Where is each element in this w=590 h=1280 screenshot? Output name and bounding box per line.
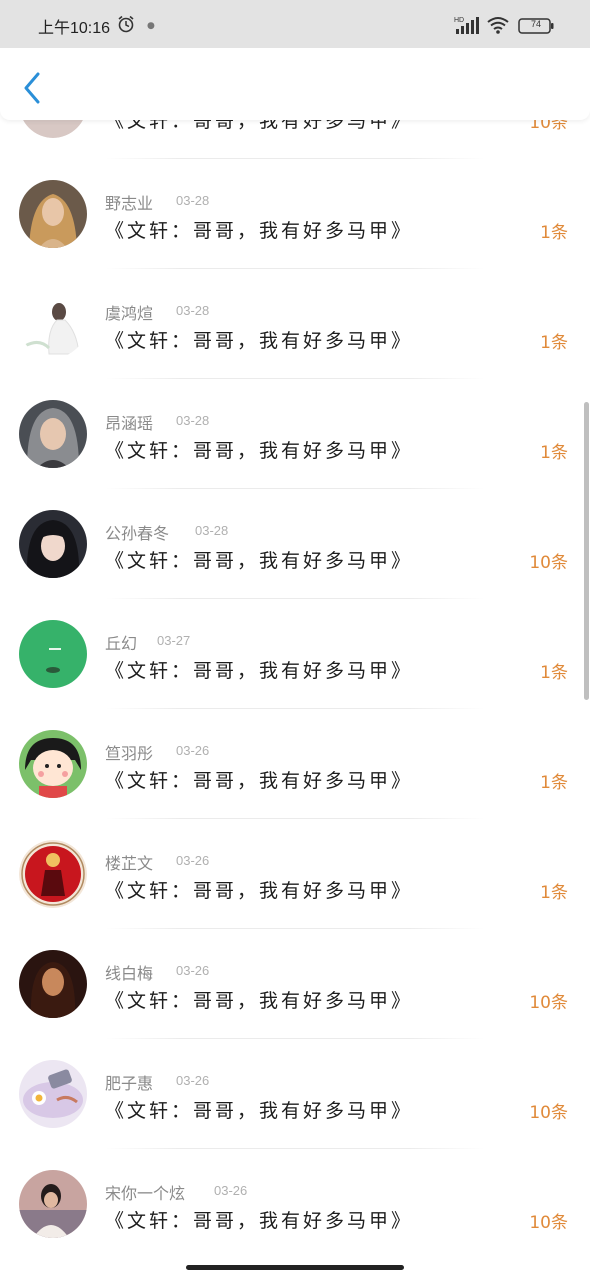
list-item[interactable]: 虞鸿煊 03-28 《文轩：哥哥，我有好多马甲》 1条	[0, 268, 590, 379]
row-date: 03-28	[176, 413, 210, 428]
row-date: 03-26	[214, 1183, 248, 1198]
row-date: 03-26	[176, 743, 210, 758]
row-title: 《文轩：哥哥，我有好多马甲》	[105, 220, 414, 242]
row-title: 《文轩：哥哥，我有好多马甲》	[105, 440, 414, 462]
scrollbar[interactable]	[584, 402, 589, 700]
list-item[interactable]: 线白梅 03-26 《文轩：哥哥，我有好多马甲》 10条	[0, 928, 590, 1039]
back-button[interactable]	[14, 68, 50, 104]
avatar[interactable]	[19, 1060, 87, 1128]
list-item[interactable]: 公孙春冬 03-28 《文轩：哥哥，我有好多马甲》 10条	[0, 488, 590, 599]
row-username[interactable]: 虞鸿煊	[105, 300, 153, 324]
row-date: 03-28	[195, 523, 229, 538]
status-time: 上午10:16	[38, 20, 111, 37]
row-count: 10条	[529, 1213, 568, 1233]
avatar[interactable]	[19, 290, 87, 358]
row-title: 《文轩：哥哥，我有好多马甲》	[105, 880, 414, 902]
row-username[interactable]: 线白梅	[105, 960, 153, 984]
row-title: 《文轩：哥哥，我有好多马甲》	[105, 330, 414, 352]
avatar[interactable]	[19, 620, 87, 688]
comment-list-page: 《文轩：哥哥，我有好多马甲》 10条 野志业 03-28 《文轩：哥哥，我有好多…	[0, 0, 590, 1280]
row-username[interactable]: 丘幻	[105, 630, 137, 654]
row-title: 《文轩：哥哥，我有好多马甲》	[105, 1100, 414, 1122]
avatar[interactable]	[19, 510, 87, 578]
row-username[interactable]: 公孙春冬	[105, 520, 169, 544]
avatar[interactable]	[19, 950, 87, 1018]
row-title: 《文轩：哥哥，我有好多马甲》	[105, 550, 414, 572]
alarm-clock-icon	[118, 15, 134, 33]
row-username[interactable]: 肥子惠	[105, 1070, 153, 1094]
avatar[interactable]	[19, 400, 87, 468]
avatar[interactable]	[19, 840, 87, 908]
row-title: 《文轩：哥哥，我有好多马甲》	[105, 770, 414, 792]
row-count: 1条	[540, 223, 568, 243]
chevron-left-icon	[24, 72, 40, 104]
wifi-icon	[487, 17, 509, 34]
avatar[interactable]	[19, 730, 87, 798]
svg-text:HD: HD	[454, 17, 464, 24]
list-item[interactable]: 丘幻 03-27 《文轩：哥哥，我有好多马甲》 1条	[0, 598, 590, 709]
row-username[interactable]: 野志业	[105, 190, 153, 214]
row-date: 03-26	[176, 963, 210, 978]
row-count: 1条	[540, 333, 568, 353]
row-date: 03-26	[176, 1073, 210, 1088]
row-username[interactable]: 宋你一个炫	[105, 1180, 185, 1204]
row-count: 10条	[529, 553, 568, 573]
list-item[interactable]: 野志业 03-28 《文轩：哥哥，我有好多马甲》 1条	[0, 158, 590, 269]
row-date: 03-28	[176, 193, 210, 208]
row-count: 1条	[540, 883, 568, 903]
row-count: 10条	[529, 993, 568, 1013]
row-username[interactable]: 昂涵瑶	[105, 410, 153, 434]
row-username[interactable]: 楼芷文	[105, 850, 153, 874]
row-count: 1条	[540, 663, 568, 683]
signal-strength-icon: HD	[454, 17, 479, 34]
list-item[interactable]: 笪羽彤 03-26 《文轩：哥哥，我有好多马甲》 1条	[0, 708, 590, 819]
list-item[interactable]: 肥子惠 03-26 《文轩：哥哥，我有好多马甲》 10条	[0, 1038, 590, 1149]
list-item[interactable]: 楼芷文 03-26 《文轩：哥哥，我有好多马甲》 1条	[0, 818, 590, 929]
battery-level: 74	[530, 19, 541, 29]
home-indicator[interactable]	[186, 1265, 404, 1270]
list-item[interactable]: 宋你一个炫 03-26 《文轩：哥哥，我有好多马甲》 10条	[0, 1148, 590, 1258]
row-title: 《文轩：哥哥，我有好多马甲》	[105, 990, 414, 1012]
notification-icon: ●	[147, 21, 155, 31]
avatar[interactable]	[19, 180, 87, 248]
row-username[interactable]: 笪羽彤	[105, 740, 153, 764]
row-count: 10条	[529, 1103, 568, 1123]
row-title: 《文轩：哥哥，我有好多马甲》	[105, 1210, 414, 1232]
list-item[interactable]: 昂涵瑶 03-28 《文轩：哥哥，我有好多马甲》 1条	[0, 378, 590, 489]
row-title: 《文轩：哥哥，我有好多马甲》	[105, 660, 414, 682]
row-date: 03-26	[176, 853, 210, 868]
top-navigation-bar	[0, 48, 590, 120]
avatar[interactable]	[19, 1170, 87, 1238]
row-date: 03-28	[176, 303, 210, 318]
row-count: 1条	[540, 773, 568, 793]
status-bar: 上午10:16 ● HD 74	[0, 0, 590, 48]
row-count: 1条	[540, 443, 568, 463]
row-date: 03-27	[157, 633, 191, 648]
